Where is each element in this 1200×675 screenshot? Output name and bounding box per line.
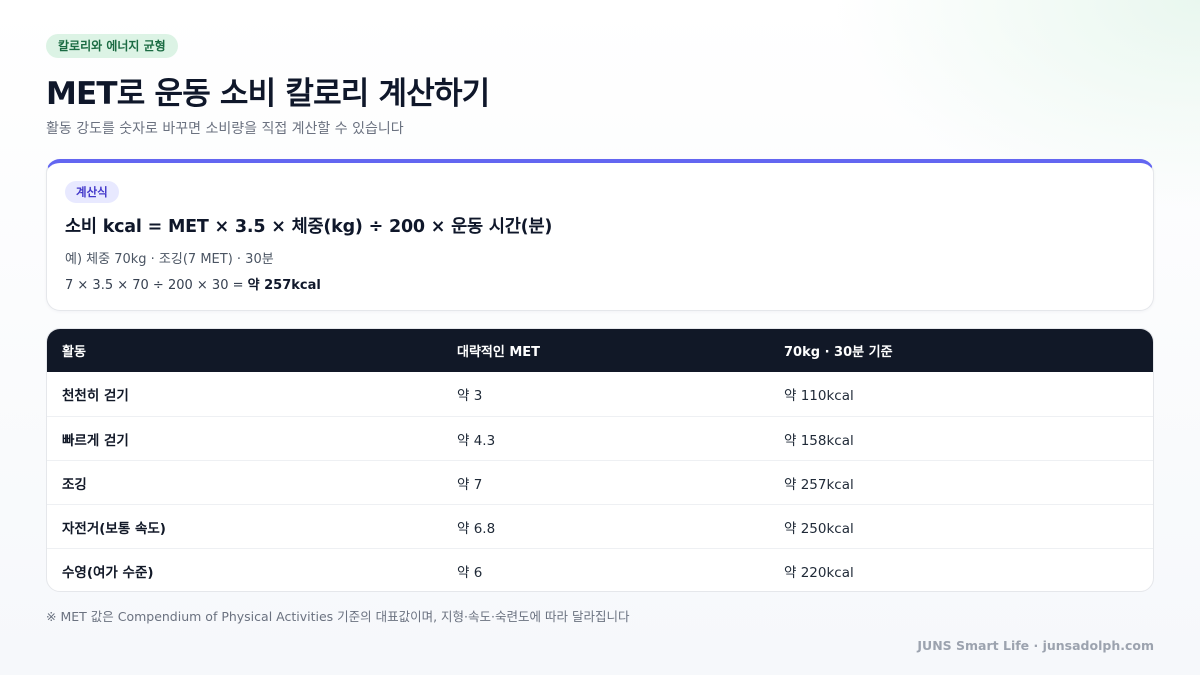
cell-kcal: 약 110kcal [784,388,854,404]
calc-expression: 7 × 3.5 × 70 ÷ 200 × 30 = [65,278,248,293]
table-header: 활동 대략적인 MET 70kg · 30분 기준 [47,329,1153,372]
formula-chip: 계산식 [65,181,119,203]
table-row: 조깅 약 7 약 257kcal [47,460,1153,504]
formula-text: 소비 kcal = MET × 3.5 × 체중(kg) ÷ 200 × 운동 … [65,217,553,237]
cell-met: 약 3 [457,388,483,404]
cell-kcal: 약 158kcal [784,432,854,449]
brand-credit: JUNS Smart Life · junsadolph.com [917,638,1154,653]
cell-kcal: 약 220kcal [784,564,854,581]
cell-activity: 자전거(보통 속도) [62,520,166,537]
calc-result: 약 257kcal [247,278,321,293]
formula-example: 예) 체중 70kg · 조깅(7 MET) · 30분 [65,252,274,267]
category-tag: 칼로리와 에너지 균형 [46,34,178,58]
table-row: 수영(여가 수준) 약 6 약 220kcal [47,548,1153,591]
cell-kcal: 약 257kcal [784,476,854,493]
cell-kcal: 약 250kcal [784,520,854,537]
formula-card: 계산식 소비 kcal = MET × 3.5 × 체중(kg) ÷ 200 ×… [46,159,1154,311]
header-kcal: 70kg · 30분 기준 [784,345,893,360]
met-table: 활동 대략적인 MET 70kg · 30분 기준 천천히 걷기 약 3 약 1… [46,328,1154,592]
page-subtitle: 활동 강도를 숫자로 바꾸면 소비량을 직접 계산할 수 있습니다 [46,121,404,137]
header-met: 대략적인 MET [457,345,541,360]
table-body: 천천히 걷기 약 3 약 110kcal 빠르게 걷기 약 4.3 약 158k… [47,372,1153,591]
cell-met: 약 7 [457,476,483,493]
footnote: ※ MET 값은 Compendium of Physical Activiti… [46,609,630,624]
table-row: 천천히 걷기 약 3 약 110kcal [47,372,1153,416]
cell-activity: 빠르게 걷기 [62,432,129,449]
cell-met: 약 6.8 [457,520,496,537]
cell-met: 약 4.3 [457,432,496,449]
cell-activity: 천천히 걷기 [62,388,129,404]
table-row: 빠르게 걷기 약 4.3 약 158kcal [47,416,1153,460]
cell-activity: 수영(여가 수준) [62,564,154,581]
page-title: MET로 운동 소비 칼로리 계산하기 [46,76,490,112]
cell-met: 약 6 [457,564,483,581]
table-row: 자전거(보통 속도) 약 6.8 약 250kcal [47,504,1153,548]
cell-activity: 조깅 [62,476,87,493]
formula-calculation: 7 × 3.5 × 70 ÷ 200 × 30 = 약 257kcal [65,274,321,293]
header-activity: 활동 [62,345,86,360]
